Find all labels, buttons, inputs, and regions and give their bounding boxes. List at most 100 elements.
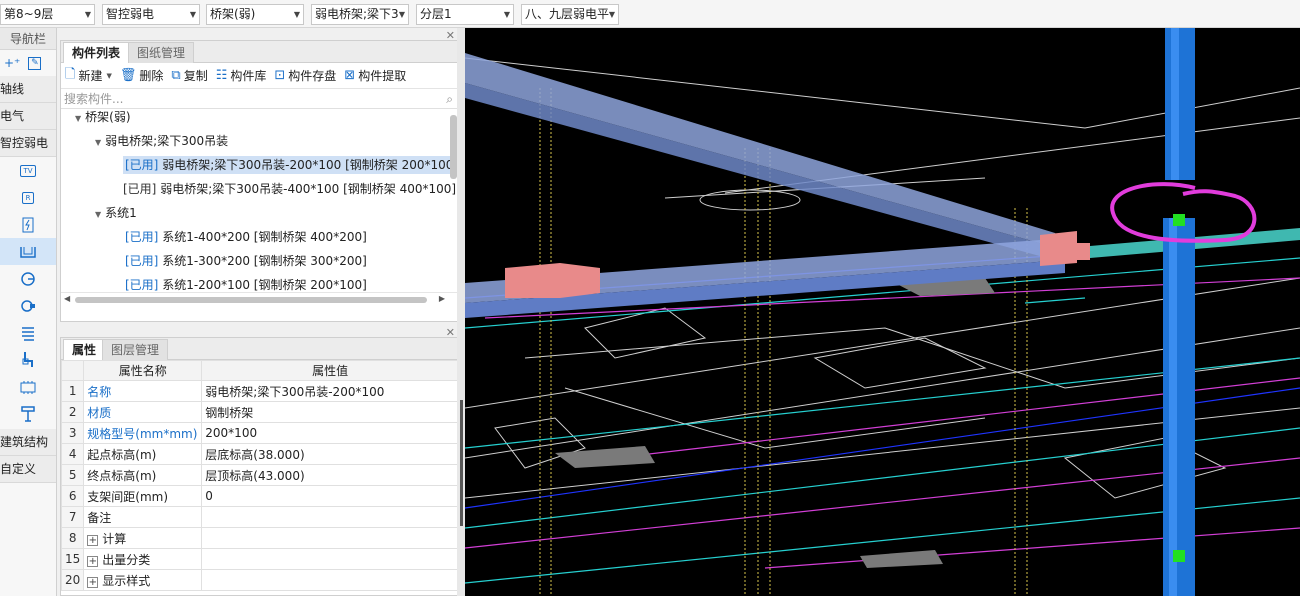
delete-button[interactable]: 🗑 删除	[120, 67, 164, 84]
expand-plus-icon[interactable]: +	[87, 555, 99, 567]
used-tag: [已用]	[125, 254, 159, 268]
scroll-right-icon[interactable]: ▶	[439, 294, 445, 303]
tab-component-list[interactable]: 构件列表	[63, 42, 130, 63]
expand-icon[interactable]: ▼	[75, 114, 81, 123]
chevron-down-icon[interactable]: ▼	[106, 72, 111, 80]
vertical-scrollbar[interactable]	[450, 115, 457, 179]
tree-node[interactable]: ▼ 桥架(弱)	[75, 109, 131, 129]
table-row[interactable]: 5 终点标高(m) 层顶标高(43.000)	[60, 464, 459, 486]
scroll-left-icon[interactable]: ◀	[64, 294, 70, 303]
cable-tray-icon[interactable]	[0, 238, 56, 265]
row-number: 1	[60, 380, 85, 402]
horizontal-scrollbar[interactable]: ◀ ▶	[61, 292, 459, 306]
nav-category-axis[interactable]: 轴线	[0, 76, 56, 103]
chevron-down-icon: ▼	[293, 10, 300, 19]
nav-category-custom[interactable]: 自定义	[0, 456, 56, 483]
component-library-button[interactable]: ☷ 构件库	[216, 67, 267, 84]
tree-leaf[interactable]: [已用] 系统1-200*100 [钢制桥架 200*100]	[125, 273, 367, 292]
component-search[interactable]: 搜索构件... ⌕	[61, 89, 459, 109]
copy-button[interactable]: ⧉ 复制	[171, 67, 207, 84]
row-number: 5	[60, 464, 85, 486]
close-icon[interactable]: ✕	[446, 326, 455, 339]
property-group-name: 显示样式	[102, 573, 151, 588]
speaker-icon[interactable]	[0, 292, 56, 319]
chevron-down-icon: ▼	[84, 10, 91, 19]
nav-category-smart-weak-current[interactable]: 智控弱电	[0, 130, 56, 157]
router-icon[interactable]: R	[0, 184, 56, 211]
tree-leaf[interactable]: [已用] 系统1-400*200 [钢制桥架 400*200]	[125, 225, 367, 249]
component-type-value: 桥架(弱)	[210, 7, 256, 21]
camera-icon[interactable]	[0, 265, 56, 292]
new-icon: 🗋	[65, 66, 76, 82]
tree-node[interactable]: ▼ 弱电桥架;梁下300吊装	[95, 129, 228, 153]
edit-icon[interactable]: ✎	[28, 56, 42, 70]
component-library-label: 构件库	[230, 69, 267, 83]
table-row[interactable]: 6 支架间距(mm) 0	[60, 485, 459, 507]
property-value[interactable]: 钢制桥架	[201, 401, 459, 423]
row-number: 6	[60, 485, 85, 507]
scrollbar-thumb[interactable]	[75, 297, 427, 303]
tab-drawing-management[interactable]: 图纸管理	[128, 42, 195, 63]
property-name: 终点标高(m)	[83, 464, 203, 486]
new-button[interactable]: 🗋 新建 ▼	[65, 65, 112, 87]
table-row[interactable]: 2 材质 钢制桥架	[60, 401, 459, 423]
nav-tools: +⁺ ✎	[0, 50, 56, 76]
sublayer-select-value: 分层1	[420, 7, 452, 21]
tree-leaf[interactable]: [已用] 弱电桥架;梁下300吊装-200*100 [钢制桥架 200*100]	[123, 153, 459, 177]
table-row-group[interactable]: 20 + 显示样式	[60, 569, 459, 591]
splitter-grip[interactable]	[460, 400, 463, 526]
property-name: 备注	[83, 506, 203, 528]
save-component-button[interactable]: ⊡ 构件存盘	[274, 67, 336, 84]
property-value[interactable]: 层底标高(38.000)	[201, 443, 459, 465]
nav-category-electrical[interactable]: 电气	[0, 103, 56, 130]
sublayer-select[interactable]: 分层1 ▼	[416, 4, 514, 25]
component-select[interactable]: 弱电桥架;梁下3 ▼	[311, 4, 409, 25]
property-value[interactable]	[201, 506, 459, 528]
tree-leaf[interactable]: [已用] 系统1-300*200 [钢制桥架 300*200]	[125, 249, 367, 273]
library-icon: ☷	[215, 68, 228, 83]
property-value[interactable]: 200*100	[201, 422, 459, 444]
property-value[interactable]: 0	[201, 485, 459, 507]
nav-category-architecture[interactable]: 建筑结构	[0, 429, 56, 456]
pipe-icon[interactable]	[0, 346, 56, 373]
expand-icon[interactable]: ▼	[95, 210, 101, 219]
property-group-name: 出量分类	[102, 552, 151, 567]
panel-icon[interactable]	[0, 211, 56, 238]
discipline-select[interactable]: 智控弱电 ▼	[102, 4, 200, 25]
row-number: 4	[60, 443, 85, 465]
table-row[interactable]: 1 名称 弱电桥架;梁下300吊装-200*100	[60, 380, 459, 402]
expand-icon[interactable]: ▼	[95, 138, 101, 147]
component-type-select[interactable]: 桥架(弱) ▼	[206, 4, 304, 25]
tab-properties[interactable]: 属性	[63, 339, 106, 360]
ladder-icon[interactable]	[0, 319, 56, 346]
properties-table: 属性名称 属性值 1 名称 弱电桥架;梁下300吊装-200*100 2 材质 钢制桥架…	[60, 360, 459, 591]
drawing-select[interactable]: 八、九层弱电平 ▼	[521, 4, 619, 25]
expand-plus-icon[interactable]: +	[87, 534, 99, 546]
tree-node[interactable]: ▼ 系统1	[95, 201, 137, 225]
rack-icon[interactable]	[0, 373, 56, 400]
extract-component-button[interactable]: ⊠ 构件提取	[344, 67, 406, 84]
tv-outlet-icon[interactable]: TV	[0, 157, 56, 184]
table-row-group[interactable]: 15 + 出量分类	[60, 548, 459, 570]
chevron-down-icon: ▼	[608, 10, 615, 19]
table-header: 属性名称 属性值	[60, 360, 459, 381]
close-icon[interactable]: ✕	[446, 29, 455, 42]
search-icon[interactable]: ⌕	[446, 89, 453, 109]
panel-splitter[interactable]	[457, 28, 465, 596]
table-row[interactable]: 4 起点标高(m) 层底标高(38.000)	[60, 443, 459, 465]
tree-leaf[interactable]: [已用] 弱电桥架;梁下300吊装-400*100 [钢制桥架 400*100]	[123, 177, 456, 201]
terminal-icon[interactable]	[0, 400, 56, 427]
3d-viewport[interactable]	[465, 28, 1300, 596]
table-row-group[interactable]: 8 + 计算	[60, 527, 459, 549]
table-row[interactable]: 3 规格型号(mm*mm) 200*100	[60, 422, 459, 444]
table-row[interactable]: 7 备注	[60, 506, 459, 528]
floor-select[interactable]: 第8~9层 ▼	[0, 4, 95, 25]
tree-node-label: 桥架(弱)	[85, 110, 131, 124]
row-number: 2	[60, 401, 85, 423]
expand-plus-icon[interactable]: +	[87, 576, 99, 588]
tree-node-label: 系统1	[105, 206, 137, 220]
property-value[interactable]: 层顶标高(43.000)	[201, 464, 459, 486]
tab-layer-management[interactable]: 图层管理	[102, 339, 169, 360]
add-icon[interactable]: +⁺	[4, 56, 20, 70]
property-value[interactable]: 弱电桥架;梁下300吊装-200*100	[201, 380, 459, 402]
